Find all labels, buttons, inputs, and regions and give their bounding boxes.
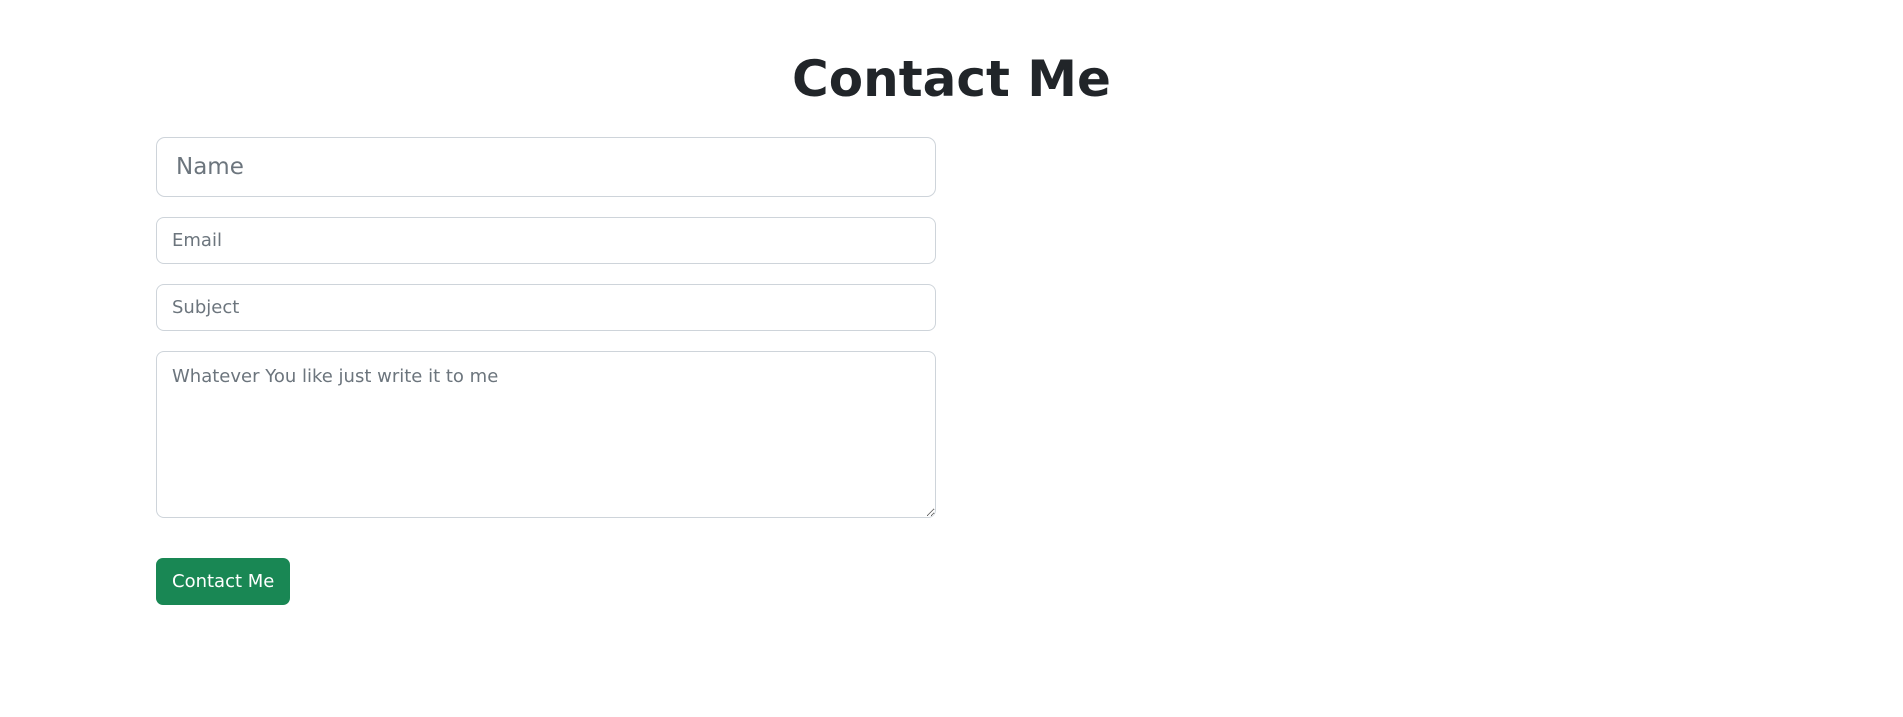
email-input[interactable] <box>156 217 936 264</box>
contact-me-button[interactable]: Contact Me <box>156 558 291 605</box>
contact-form <box>156 137 936 518</box>
subject-input[interactable] <box>156 284 936 331</box>
page-title: Contact Me <box>792 50 1111 108</box>
contact-page: Contact Me Contact Me <box>0 0 1903 717</box>
message-textarea[interactable] <box>156 351 936 518</box>
name-input[interactable] <box>156 137 936 197</box>
